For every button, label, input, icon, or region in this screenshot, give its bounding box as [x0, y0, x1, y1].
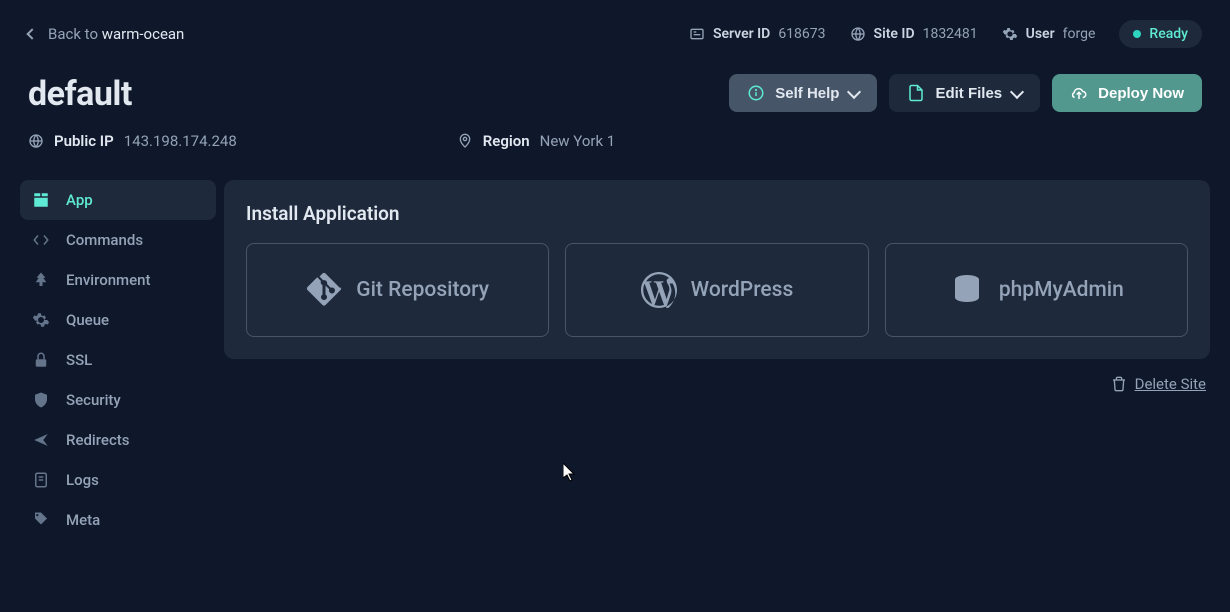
- sidebar-item-label: Queue: [66, 311, 109, 329]
- public-ip-label: Public IP: [54, 132, 114, 150]
- header-actions: Self Help Edit Files Deploy Now: [729, 74, 1202, 112]
- id-card-icon: [689, 26, 705, 42]
- sidebar-item-label: Redirects: [66, 431, 130, 449]
- site-id-label: Site ID: [874, 26, 915, 42]
- sidebar-item-label: Environment: [66, 271, 151, 289]
- user-value: forge: [1063, 26, 1096, 42]
- site-id-item: Site ID 1832481: [850, 26, 978, 42]
- git-icon: [306, 272, 342, 308]
- shield-icon: [32, 391, 50, 409]
- document-icon: [32, 471, 50, 489]
- public-ip-item: Public IP 143.198.174.248: [28, 132, 237, 150]
- install-card: Install Application Git Repository WordP…: [224, 180, 1210, 359]
- sidebar-item-label: SSL: [66, 351, 92, 369]
- file-icon: [907, 84, 925, 102]
- install-title: Install Application: [246, 202, 1188, 225]
- sidebar-item-logs[interactable]: Logs: [20, 460, 216, 500]
- sidebar-item-commands[interactable]: Commands: [20, 220, 216, 260]
- sidebar-item-environment[interactable]: Environment: [20, 260, 216, 300]
- back-prefix: Back to: [48, 25, 102, 43]
- site-id-value: 1832481: [923, 26, 978, 42]
- status-pill: Ready: [1119, 20, 1202, 48]
- app-option-phpmyadmin[interactable]: phpMyAdmin: [885, 243, 1188, 337]
- app-icon: [32, 191, 50, 209]
- sidebar-item-app[interactable]: App: [20, 180, 216, 220]
- wordpress-icon: [641, 272, 677, 308]
- tag-icon: [32, 511, 50, 529]
- top-bar-right: Server ID 618673 Site ID 1832481 User fo…: [689, 20, 1202, 48]
- page-title: default: [28, 74, 132, 114]
- edit-files-button[interactable]: Edit Files: [889, 74, 1040, 112]
- public-ip-value: 143.198.174.248: [124, 132, 237, 150]
- user-item[interactable]: User forge: [1002, 26, 1096, 42]
- arrow-icon: [32, 431, 50, 449]
- cloud-upload-icon: [1070, 84, 1088, 102]
- sidebar-item-security[interactable]: Security: [20, 380, 216, 420]
- globe-icon: [28, 133, 44, 149]
- sidebar-item-label: Meta: [66, 511, 100, 529]
- app-grid: Git Repository WordPress phpMyAdmin: [246, 243, 1188, 337]
- deploy-now-button[interactable]: Deploy Now: [1052, 74, 1202, 112]
- server-id-value: 618673: [778, 26, 825, 42]
- sidebar-item-ssl[interactable]: SSL: [20, 340, 216, 380]
- top-bar: Back to warm-ocean Server ID 618673 Site…: [0, 0, 1230, 68]
- tree-icon: [32, 271, 50, 289]
- self-help-button[interactable]: Self Help: [729, 74, 877, 112]
- delete-row: Delete Site: [224, 359, 1210, 409]
- sidebar-item-redirects[interactable]: Redirects: [20, 420, 216, 460]
- self-help-label: Self Help: [775, 85, 839, 102]
- app-option-label: WordPress: [691, 278, 794, 302]
- gear-icon: [1002, 26, 1018, 42]
- lock-icon: [32, 351, 50, 369]
- code-icon: [32, 231, 50, 249]
- region-label: Region: [483, 132, 530, 150]
- sidebar: App Commands Environment Queue SSL: [20, 180, 216, 540]
- edit-files-label: Edit Files: [935, 85, 1002, 102]
- sidebar-item-label: Commands: [66, 231, 143, 249]
- user-label: User: [1026, 26, 1055, 42]
- status-text: Ready: [1149, 26, 1188, 42]
- map-pin-icon: [457, 133, 473, 149]
- sidebar-item-label: Security: [66, 391, 121, 409]
- chevron-down-icon: [847, 84, 861, 98]
- main: Install Application Git Repository WordP…: [224, 180, 1210, 540]
- info-row: Public IP 143.198.174.248 Region New Yor…: [0, 132, 1230, 180]
- delete-site-link[interactable]: Delete Site: [1135, 375, 1206, 393]
- gear-icon: [32, 311, 50, 329]
- trash-icon: [1111, 376, 1127, 392]
- sidebar-item-meta[interactable]: Meta: [20, 500, 216, 540]
- content: App Commands Environment Queue SSL: [0, 180, 1230, 540]
- back-target: warm-ocean: [102, 25, 185, 43]
- app-option-wordpress[interactable]: WordPress: [565, 243, 868, 337]
- database-icon: [949, 272, 985, 308]
- sidebar-item-label: Logs: [66, 471, 99, 489]
- chevron-down-icon: [1010, 84, 1024, 98]
- sidebar-item-queue[interactable]: Queue: [20, 300, 216, 340]
- app-option-git[interactable]: Git Repository: [246, 243, 549, 337]
- server-id-item: Server ID 618673: [689, 26, 826, 42]
- globe-icon: [850, 26, 866, 42]
- page-header: default Self Help Edit Files Deploy Now: [0, 68, 1230, 132]
- status-dot-icon: [1133, 30, 1141, 38]
- deploy-now-label: Deploy Now: [1098, 85, 1184, 102]
- region-value: New York 1: [540, 132, 616, 150]
- back-link[interactable]: Back to warm-ocean: [28, 25, 184, 43]
- app-option-label: Git Repository: [356, 278, 489, 302]
- app-option-label: phpMyAdmin: [999, 278, 1124, 302]
- server-id-label: Server ID: [713, 26, 770, 42]
- sidebar-item-label: App: [66, 191, 93, 209]
- chevron-left-icon: [26, 28, 37, 39]
- info-icon: [747, 84, 765, 102]
- region-item: Region New York 1: [457, 132, 615, 150]
